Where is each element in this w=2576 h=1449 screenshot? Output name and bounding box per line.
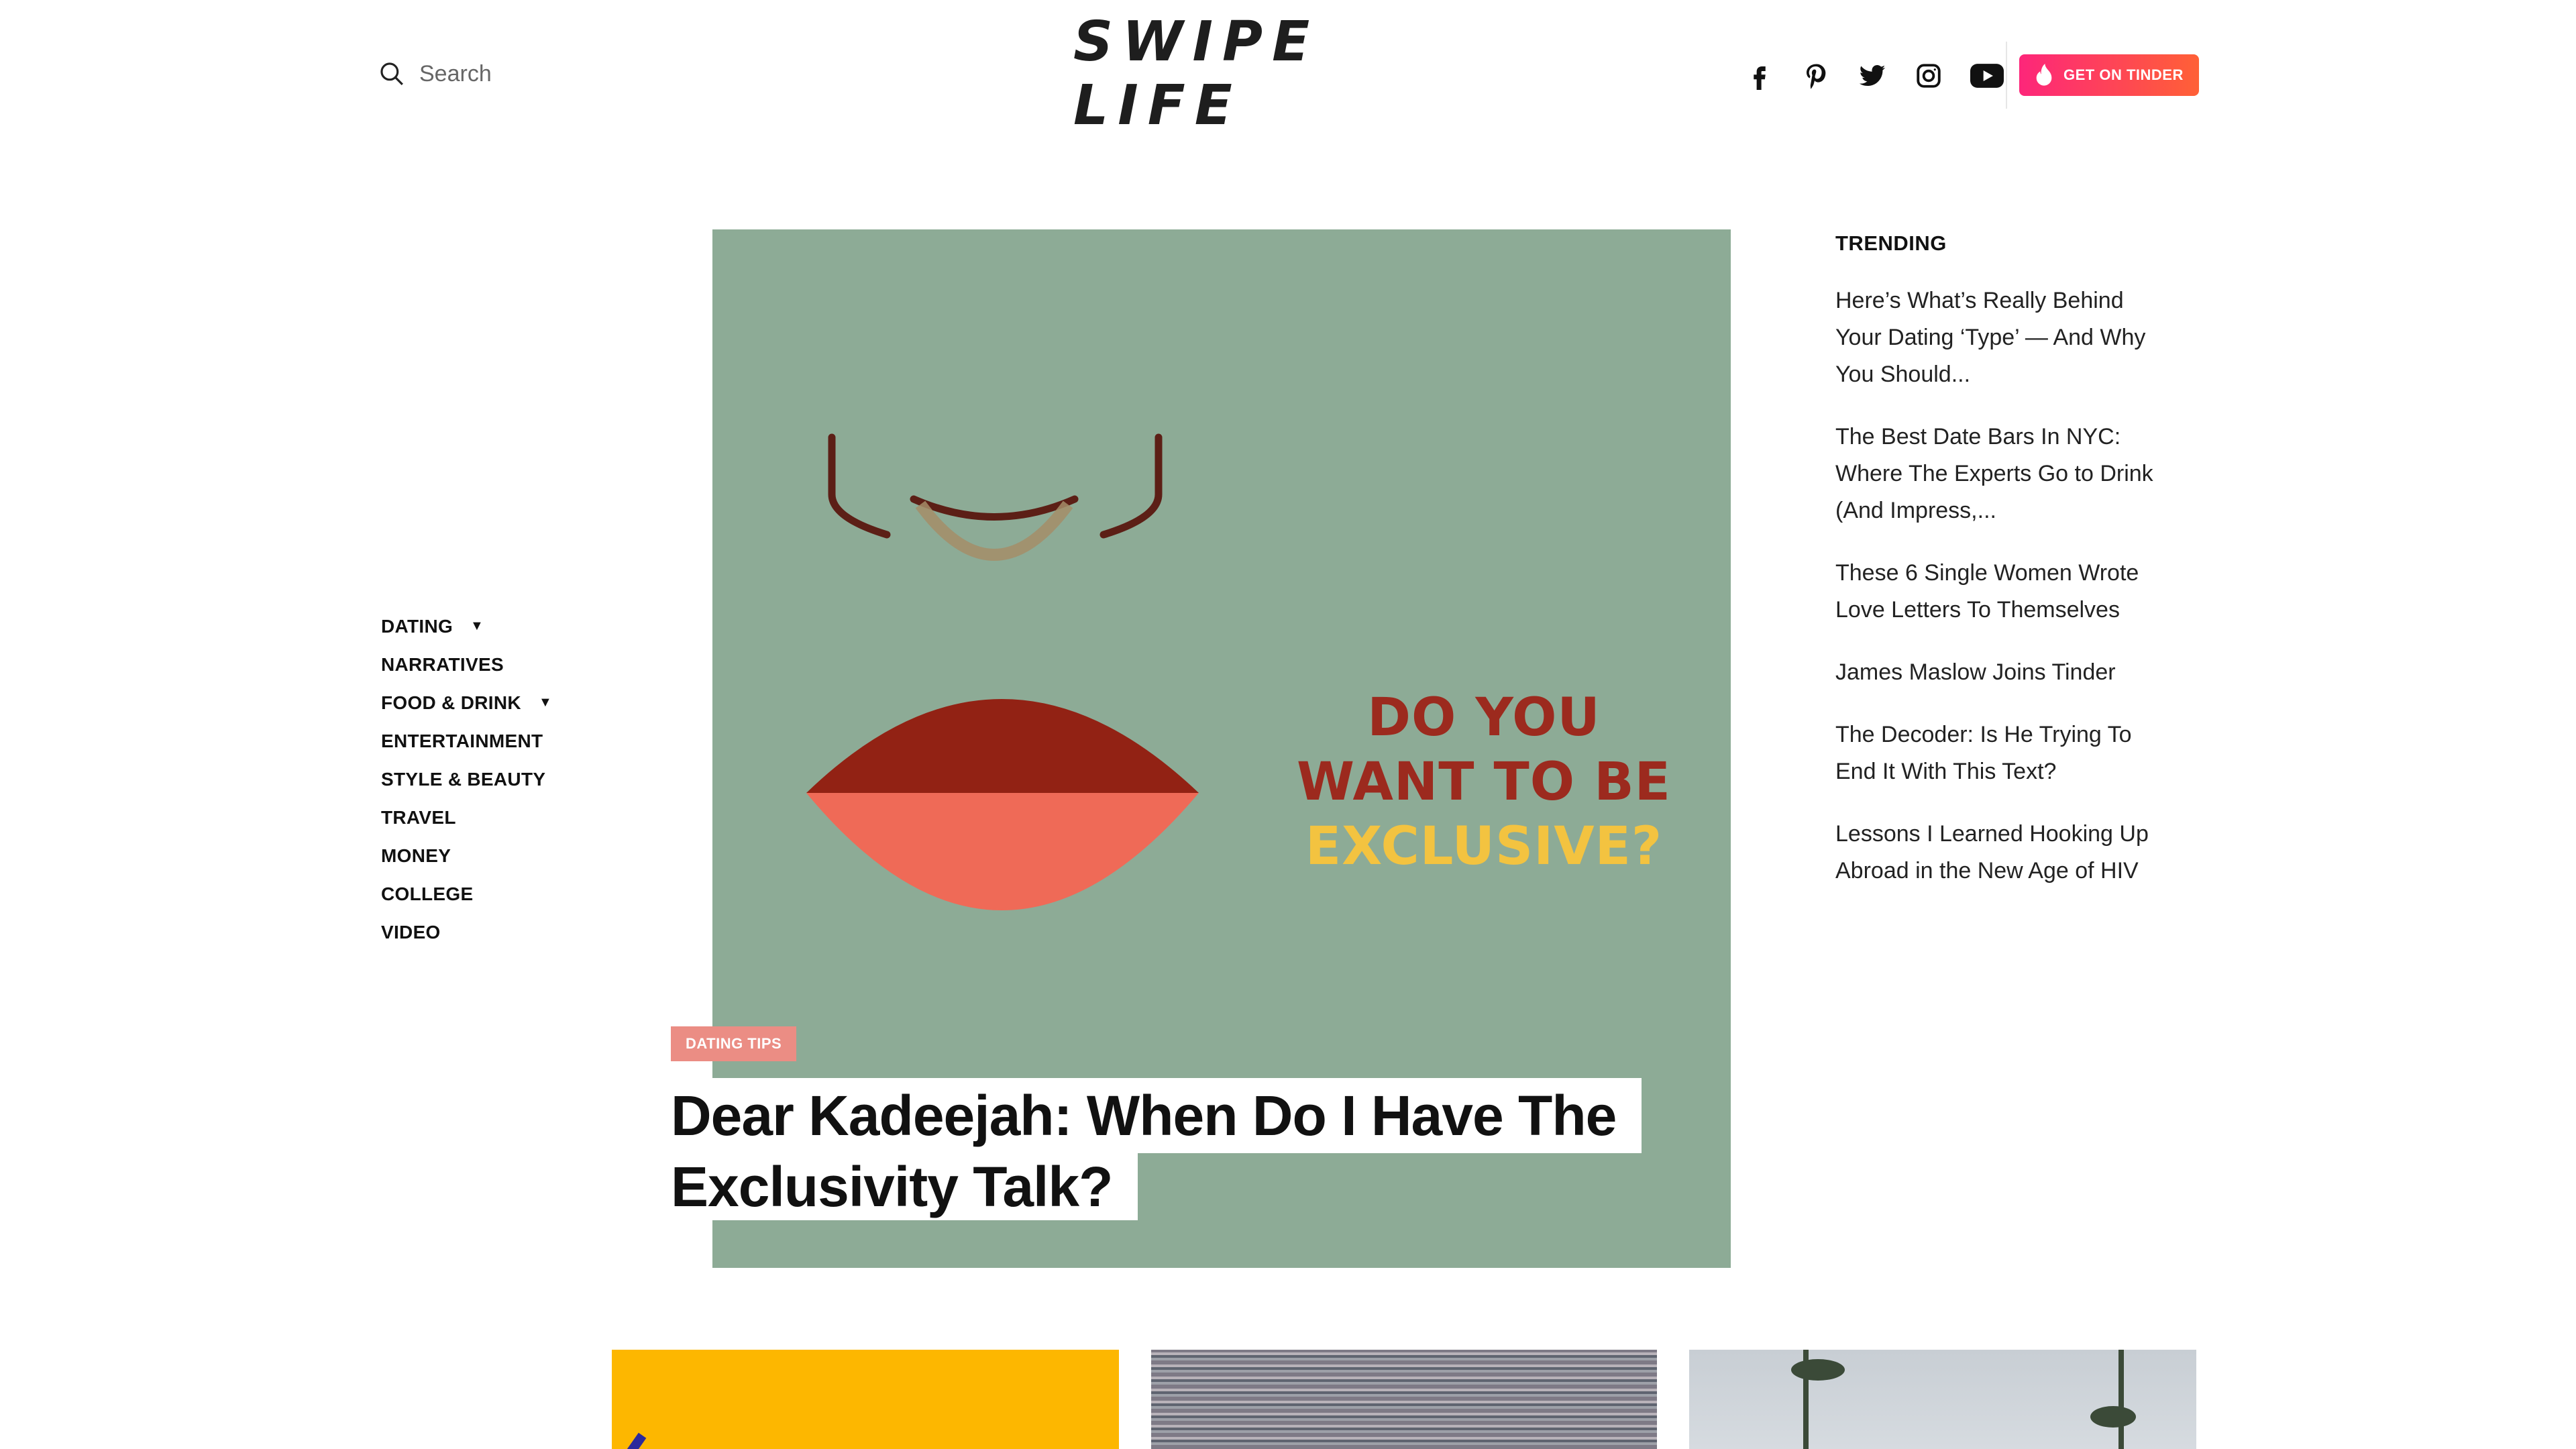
nav-item-travel[interactable]: TRAVEL	[381, 798, 582, 837]
article-card-thumbnail[interactable]	[612, 1350, 1119, 1449]
caret-down-icon[interactable]: ▼	[470, 619, 484, 634]
hero-headline-line1[interactable]: Dear Kadeejah: When Do I Have The	[671, 1078, 1642, 1153]
trending-link[interactable]: James Maslow Joins Tinder	[1835, 654, 2171, 691]
nav-label: STYLE & BEAUTY	[381, 768, 546, 790]
search-bar[interactable]	[379, 57, 553, 91]
get-on-tinder-button[interactable]: GET ON TINDER	[2019, 54, 2199, 96]
category-tag[interactable]: DATING TIPS	[671, 1026, 797, 1061]
nav-item-video[interactable]: VIDEO	[381, 913, 582, 951]
hero-image-text: DO YOU WANT TO BE EXCLUSIVE?	[1297, 688, 1671, 877]
thumbnail-illustration	[627, 1432, 647, 1449]
nav-label: NARRATIVES	[381, 653, 504, 675]
nav-label: VIDEO	[381, 921, 441, 943]
header-divider	[2006, 42, 2007, 109]
search-input[interactable]	[419, 60, 553, 87]
nav-item-college[interactable]: COLLEGE	[381, 875, 582, 913]
instagram-icon[interactable]	[1913, 60, 1944, 91]
nav-item-style-beauty[interactable]: STYLE & BEAUTY	[381, 760, 582, 798]
youtube-icon[interactable]	[1970, 60, 2004, 91]
category-nav: DATING ▼ NARRATIVES FOOD & DRINK ▼ ENTERTA…	[381, 607, 582, 951]
trending-title: TRENDING	[1835, 231, 1947, 255]
nav-label: ENTERTAINMENT	[381, 730, 543, 751]
trending-link[interactable]: These 6 Single Women Wrote Love Letters …	[1835, 555, 2171, 629]
nav-item-narratives[interactable]: NARRATIVES	[381, 645, 582, 684]
nav-label: MONEY	[381, 845, 451, 866]
hero-headline-line2[interactable]: Exclusivity Talk?	[671, 1153, 1138, 1220]
twitter-icon[interactable]	[1857, 60, 1888, 91]
trending-sidebar: TRENDING Here’s What’s Really Behind You…	[1835, 231, 2171, 915]
palm-trees-image	[1791, 1350, 2136, 1449]
trending-link[interactable]: The Best Date Bars In NYC: Where The Exp…	[1835, 419, 2171, 529]
caret-down-icon[interactable]: ▼	[539, 695, 552, 710]
site-logo[interactable]: SWIPE LIFE	[1073, 10, 1503, 138]
nav-item-entertainment[interactable]: ENTERTAINMENT	[381, 722, 582, 760]
nav-item-money[interactable]: MONEY	[381, 837, 582, 875]
nav-label: TRAVEL	[381, 806, 456, 828]
social-links	[1744, 59, 2004, 93]
flame-icon	[2036, 64, 2052, 86]
cta-label: GET ON TINDER	[2063, 66, 2184, 83]
facebook-icon[interactable]	[1744, 60, 1775, 91]
pinterest-icon[interactable]	[1801, 60, 1831, 91]
search-icon[interactable]	[379, 56, 405, 91]
article-card-thumbnail[interactable]	[1151, 1350, 1657, 1449]
nav-item-dating[interactable]: DATING ▼	[381, 607, 582, 645]
nav-label: FOOD & DRINK	[381, 692, 521, 713]
nav-label: COLLEGE	[381, 883, 474, 904]
trending-link[interactable]: The Decoder: Is He Trying To End It With…	[1835, 716, 2171, 790]
nav-item-food-drink[interactable]: FOOD & DRINK ▼	[381, 684, 582, 722]
nav-label: DATING	[381, 615, 453, 637]
article-card-thumbnail[interactable]	[1689, 1350, 2196, 1449]
trending-link[interactable]: Here’s What’s Really Behind Your Dating …	[1835, 282, 2171, 393]
trending-link[interactable]: Lessons I Learned Hooking Up Abroad in t…	[1835, 816, 2171, 890]
